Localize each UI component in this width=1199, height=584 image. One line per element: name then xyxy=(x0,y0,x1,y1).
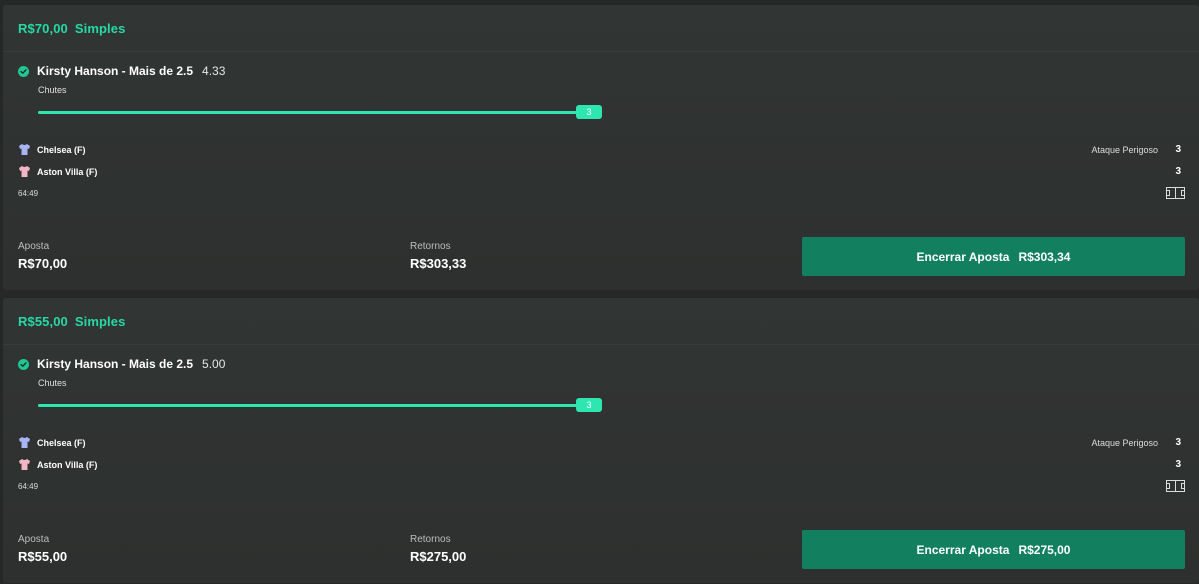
stake-label: Aposta xyxy=(18,241,50,252)
stat-away-value: 3 xyxy=(1175,459,1181,470)
progress-bar xyxy=(38,404,582,407)
bet-header-type: Simples xyxy=(74,313,126,329)
cashout-button[interactable]: Encerrar Aposta R$275,00 xyxy=(802,530,1185,569)
stake-value: R$70,00 xyxy=(18,256,68,271)
stat-label: Ataque Perigoso xyxy=(1091,145,1158,155)
selection-name: Kirsty Hanson - Mais de 2.5 xyxy=(37,64,194,78)
selection-row: Kirsty Hanson - Mais de 2.5 5.00 xyxy=(18,357,225,371)
team-home: Chelsea (F) xyxy=(18,143,86,156)
bet-header-stake: R$70,00 xyxy=(18,20,68,36)
shirt-icon xyxy=(19,437,30,448)
bet-header-type: Simples xyxy=(74,20,126,36)
progress-badge: 3 xyxy=(576,105,602,119)
returns-label: Retornos xyxy=(410,241,451,252)
selection-row: Kirsty Hanson - Mais de 2.5 4.33 xyxy=(18,64,225,78)
selection-odds: 5.00 xyxy=(202,357,226,371)
returns-value: R$303,33 xyxy=(410,256,467,271)
shirt-icon xyxy=(19,144,30,155)
cashout-label: Encerrar Aposta xyxy=(916,249,1010,264)
market-label: Chutes xyxy=(38,85,67,95)
progress-bar xyxy=(38,111,582,114)
bet-header: R$70,00 Simples xyxy=(3,5,1199,52)
progress-fill xyxy=(38,111,582,114)
pitch-icon[interactable] xyxy=(1166,480,1185,492)
shirt-icon xyxy=(19,166,30,177)
stat-home-value: 3 xyxy=(1175,144,1181,155)
bet-header: R$55,00 Simples xyxy=(3,298,1199,345)
check-circle-icon xyxy=(18,65,29,77)
team-away: Aston Villa (F) xyxy=(18,165,97,178)
team-away-name: Aston Villa (F) xyxy=(37,166,98,177)
check-circle-icon xyxy=(18,358,29,370)
returns-value: R$275,00 xyxy=(410,549,467,564)
match-clock: 64:49 xyxy=(18,482,39,491)
stake-value: R$55,00 xyxy=(18,549,68,564)
cashout-label: Encerrar Aposta xyxy=(916,542,1010,557)
shirt-icon xyxy=(19,459,30,470)
match-clock: 64:49 xyxy=(18,189,39,198)
returns-label: Retornos xyxy=(410,534,451,545)
progress-fill xyxy=(38,404,582,407)
team-away-name: Aston Villa (F) xyxy=(37,459,98,470)
bet-card: R$70,00 Simples Kirsty Hanson - Mais de … xyxy=(3,5,1199,290)
bet-header-stake: R$55,00 xyxy=(18,313,68,329)
selection-odds: 4.33 xyxy=(202,64,226,78)
stat-home-value: 3 xyxy=(1175,437,1181,448)
stat-away-value: 3 xyxy=(1175,166,1181,177)
cashout-amount: R$303,34 xyxy=(1018,249,1071,264)
cashout-amount: R$275,00 xyxy=(1018,542,1071,557)
market-label: Chutes xyxy=(38,378,67,388)
pitch-icon[interactable] xyxy=(1166,187,1185,199)
progress-badge: 3 xyxy=(576,398,602,412)
stat-label: Ataque Perigoso xyxy=(1091,438,1158,448)
team-home-name: Chelsea (F) xyxy=(37,144,86,155)
team-home: Chelsea (F) xyxy=(18,436,86,449)
selection-name: Kirsty Hanson - Mais de 2.5 xyxy=(37,357,194,371)
team-away: Aston Villa (F) xyxy=(18,458,97,471)
cashout-button[interactable]: Encerrar Aposta R$303,34 xyxy=(802,237,1185,276)
team-home-name: Chelsea (F) xyxy=(37,437,86,448)
stake-label: Aposta xyxy=(18,534,50,545)
bet-card: R$55,00 Simples Kirsty Hanson - Mais de … xyxy=(3,298,1199,583)
